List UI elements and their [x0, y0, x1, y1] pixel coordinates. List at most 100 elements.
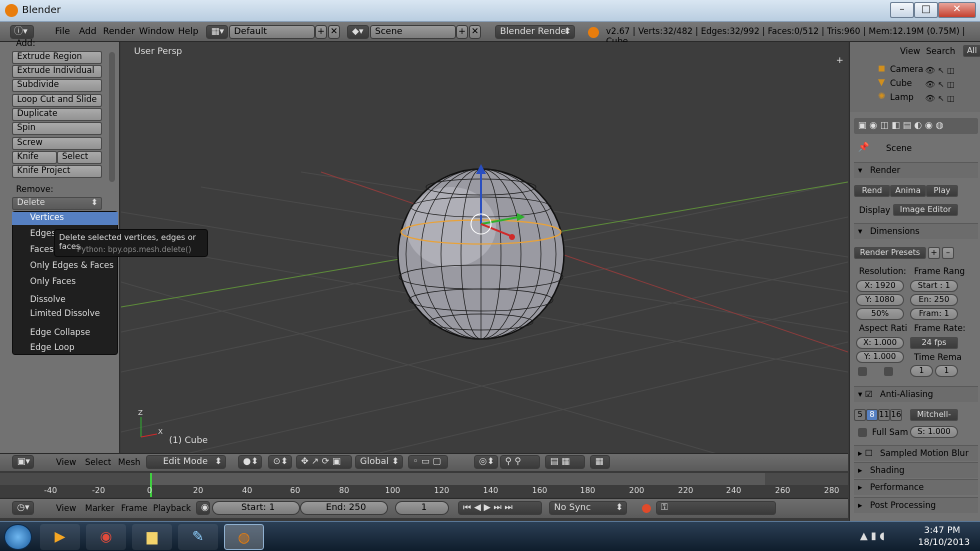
frame-step-field[interactable]: Fram: 1 — [910, 308, 958, 320]
menu-item-faces[interactable]: Faces — [30, 245, 54, 255]
menu-item-only-edges-faces[interactable]: Only Edges & Faces — [30, 261, 114, 271]
menu-item-edge-loop[interactable]: Edge Loop — [30, 343, 74, 353]
3d-viewport[interactable]: User Persp (1) Cube Z X + — [121, 42, 848, 455]
delete-dropdown[interactable]: Delete ⬍ — [12, 197, 102, 210]
layer-icon[interactable]: ▦ — [590, 455, 610, 469]
knife-select-button[interactable]: Select — [57, 151, 102, 164]
menu-item-limited-dissolve[interactable]: Limited Dissolve — [30, 309, 100, 319]
menu-view[interactable]: View — [56, 458, 76, 468]
media-player-icon[interactable]: ▶ — [40, 524, 80, 550]
outliner-view-menu[interactable]: View — [900, 47, 920, 57]
render-section-header[interactable]: ▾ Render — [854, 162, 978, 178]
filter-size-field[interactable]: S: 1.000 — [910, 426, 958, 438]
aa-filter-dropdown[interactable]: Mitchell- — [910, 409, 958, 421]
time-remap-new-field[interactable]: 1 — [935, 365, 958, 377]
snap-icons[interactable]: ⚲ ⚲ — [500, 455, 540, 469]
resolution-percent-field[interactable]: 50% — [856, 308, 904, 320]
full-sample-checkbox[interactable] — [858, 428, 867, 437]
border-checkbox[interactable] — [858, 367, 867, 376]
paint-icon[interactable]: ✎ — [178, 524, 218, 550]
orientation-dropdown[interactable]: Global ⬍ — [355, 455, 403, 469]
viewport-add-icon[interactable]: + — [836, 56, 844, 66]
visibility-icons[interactable]: 👁 ↖ ◫ 👁 ↖ ◫ 👁 ↖ ◫ — [925, 64, 955, 106]
timeline-menu-marker[interactable]: Marker — [85, 504, 114, 514]
keying-icon[interactable]: ◉ — [196, 501, 210, 515]
menu-render[interactable]: Render — [103, 27, 135, 37]
start-button[interactable] — [4, 524, 32, 550]
aspect-y-field[interactable]: Y: 1.000 — [856, 351, 904, 363]
render-button[interactable]: Rend — [854, 185, 890, 197]
aa-16-button[interactable]: 16 — [890, 409, 902, 421]
render-presets-dropdown[interactable]: Render Presets — [854, 247, 926, 259]
outliner-filter-dropdown[interactable]: All — [963, 45, 980, 57]
subdivide-button[interactable]: Subdivide — [12, 79, 102, 92]
select-mode-icons[interactable]: ◦ ▭ ▢ — [408, 455, 448, 469]
scene-icon[interactable]: ◆▾ — [347, 25, 369, 39]
aa-8-button[interactable]: 8 — [866, 409, 878, 421]
knife-button[interactable]: Knife — [12, 151, 57, 164]
loop-cut-button[interactable]: Loop Cut and Slide — [12, 94, 102, 107]
scene-pin-icon[interactable]: 📌 — [858, 143, 869, 153]
extrude-individual-button[interactable]: Extrude Individual — [12, 65, 102, 78]
render-preview-icons[interactable]: ▤ ▦ — [545, 455, 585, 469]
outliner-lamp[interactable]: Lamp — [890, 93, 914, 103]
fps-dropdown[interactable]: 24 fps — [910, 337, 958, 349]
timeline-menu-view[interactable]: View — [56, 504, 76, 514]
menu-add[interactable]: Add — [79, 27, 96, 37]
clock-date[interactable]: 18/10/2013 — [918, 538, 970, 548]
record-icon[interactable] — [642, 504, 651, 513]
extrude-region-button[interactable]: Extrude Region — [12, 51, 102, 64]
end-frame-field[interactable]: End: 250 — [300, 501, 388, 515]
render-engine-dropdown[interactable]: Blender Render ⬍ — [495, 25, 575, 39]
outliner-search-menu[interactable]: Search — [926, 47, 955, 57]
aa-11-button[interactable]: 11 — [878, 409, 890, 421]
outliner-camera[interactable]: Camera — [890, 65, 923, 75]
time-remap-old-field[interactable]: 1 — [910, 365, 933, 377]
playback-controls[interactable]: ⏮ ◀ ▶ ⏭ ⏭ — [458, 501, 542, 515]
resolution-x-field[interactable]: X: 1920 — [856, 280, 904, 292]
blender-taskbar-icon[interactable]: ◍ — [224, 524, 264, 550]
properties-tabs[interactable]: ▣ ◉ ◫ ◧ ▤ ◐ ◉ ◍ — [854, 118, 978, 134]
anti-aliasing-section-header[interactable]: ▾ ☑ Anti-Aliasing — [854, 386, 978, 402]
resolution-y-field[interactable]: Y: 1080 — [856, 294, 904, 306]
add-scene-icon[interactable]: + — [456, 25, 468, 39]
spin-button[interactable]: Spin — [12, 122, 102, 135]
crop-checkbox[interactable] — [884, 367, 893, 376]
aa-5-button[interactable]: 5 — [854, 409, 866, 421]
menu-select[interactable]: Select — [85, 458, 111, 468]
editor-type-icon[interactable]: ⓘ▾ — [10, 25, 34, 39]
tool-shelf-scrollbar[interactable] — [109, 52, 115, 182]
menu-item-edge-collapse[interactable]: Edge Collapse — [30, 328, 90, 338]
motion-blur-section-header[interactable]: ▸ ☐ Sampled Motion Blur — [854, 445, 978, 461]
manipulator-icons[interactable]: ✥ ↗ ⟳ ▣ — [296, 455, 352, 469]
minimize-button[interactable]: – — [890, 2, 914, 18]
frame-end-field[interactable]: En: 250 — [910, 294, 958, 306]
shading-dropdown[interactable]: ●⬍ — [238, 455, 262, 469]
remove-layout-icon[interactable]: ✕ — [328, 25, 340, 39]
clock-time[interactable]: 3:47 PM — [924, 526, 960, 536]
screen-layout-icon[interactable]: ▦▾ — [206, 25, 228, 39]
menu-item-edges[interactable]: Edges — [30, 229, 56, 239]
post-processing-section-header[interactable]: ▸ Post Processing — [854, 497, 978, 513]
remove-scene-icon[interactable]: ✕ — [469, 25, 481, 39]
menu-help[interactable]: Help — [178, 27, 199, 37]
menu-mesh[interactable]: Mesh — [118, 458, 140, 468]
timeline-menu-playback[interactable]: Playback — [153, 504, 191, 514]
screw-button[interactable]: Screw — [12, 137, 102, 150]
pivot-dropdown[interactable]: ⊙⬍ — [268, 455, 292, 469]
timeline[interactable]: -40 -20 0 20 40 60 80 100 120 140 160 18… — [0, 473, 848, 497]
tray-icons[interactable]: ▲ ▮ ◖ — [860, 531, 885, 542]
3d-editor-type-icon[interactable]: ▣▾ — [12, 455, 34, 469]
performance-section-header[interactable]: ▸ Performance — [854, 479, 978, 495]
knife-project-button[interactable]: Knife Project — [12, 165, 102, 178]
aspect-x-field[interactable]: X: 1.000 — [856, 337, 904, 349]
animation-button[interactable]: Anima — [890, 185, 926, 197]
menu-item-dissolve[interactable]: Dissolve — [30, 295, 66, 305]
close-button[interactable]: ✕ — [938, 2, 976, 18]
duplicate-button[interactable]: Duplicate — [12, 108, 102, 121]
explorer-folder-icon[interactable]: ▆ — [132, 524, 172, 550]
play-button[interactable]: Play — [926, 185, 958, 197]
chrome-icon[interactable]: ◉ — [86, 524, 126, 550]
menu-item-only-faces[interactable]: Only Faces — [30, 277, 76, 287]
scene-field[interactable]: Scene — [370, 25, 456, 39]
